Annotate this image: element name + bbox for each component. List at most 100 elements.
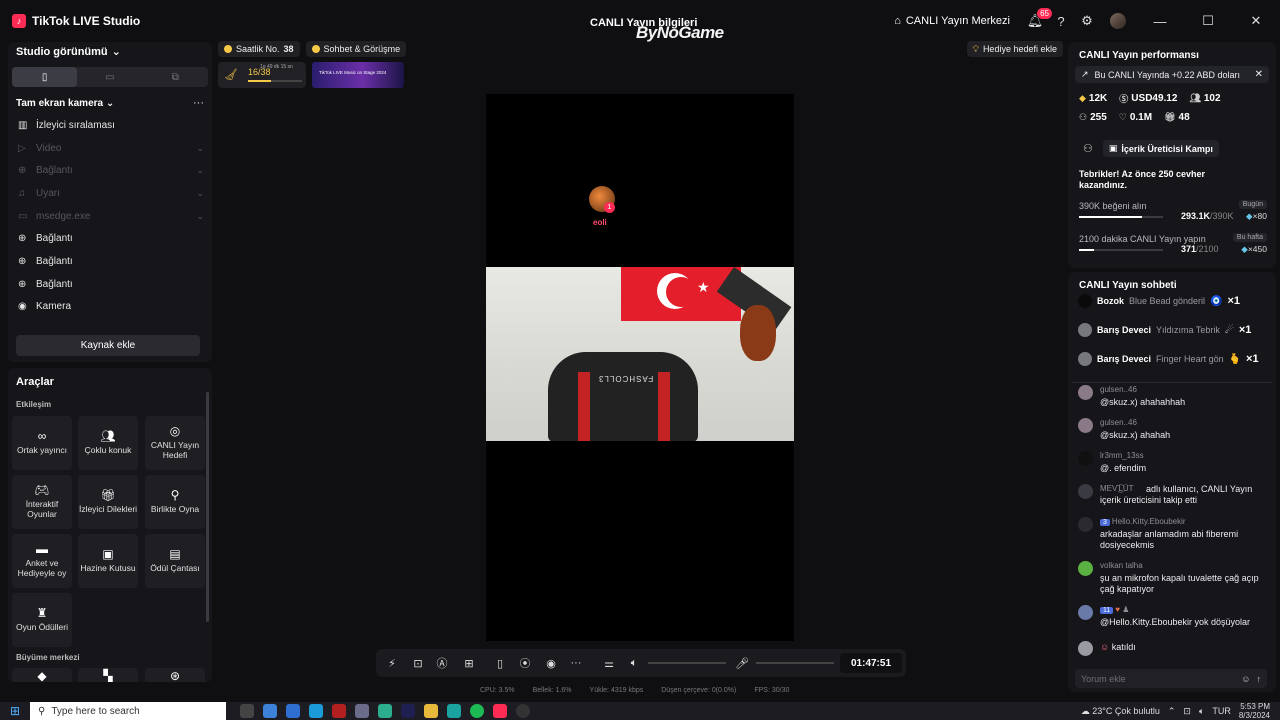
file-explorer-icon[interactable]	[424, 704, 438, 718]
studio-view-dropdown[interactable]: Studio görünümü ⌄	[16, 45, 121, 59]
chat-message[interactable]: ☺ katıldı	[1078, 641, 1272, 657]
close-icon[interactable]: ✕	[1255, 69, 1263, 80]
task-live-minutes[interactable]: 2100 dakika CANLI Yayın yapın Bu hafta 3…	[1079, 233, 1267, 254]
chevron-down-icon[interactable]: ⌄	[196, 165, 204, 176]
store-icon[interactable]	[286, 704, 300, 718]
chat-call-chip[interactable]: Sohbet & Görüşme	[305, 41, 407, 57]
spotify-icon[interactable]	[470, 704, 484, 718]
edge-icon[interactable]	[309, 704, 323, 718]
tiktok-icon[interactable]	[493, 704, 507, 718]
stream-preview[interactable]: 1 eoli ★ FASHCOLL3	[486, 94, 794, 641]
volume-icon[interactable]: 🔈︎	[1199, 706, 1204, 717]
help-button[interactable]: ?	[1048, 8, 1074, 34]
avatar[interactable]	[1110, 13, 1126, 29]
send-icon[interactable]: ↑	[1257, 674, 1262, 684]
speaker-volume-slider[interactable]	[648, 662, 726, 664]
avatar	[1078, 294, 1092, 308]
record-button[interactable]: ⦿	[517, 655, 533, 671]
network-icon[interactable]: ⊡	[1183, 706, 1191, 717]
source-item[interactable]: ◉ Kamera	[18, 296, 204, 319]
goal-widget[interactable]: 🧹︎ 16/38 1g 49 dk 15 sn	[218, 62, 306, 88]
speaker-button[interactable]: 🔈︎	[626, 655, 642, 671]
captions-button[interactable]: ⊡	[410, 655, 426, 671]
creator-camp-button[interactable]: ▣ İçerik Üreticisi Kampı	[1102, 140, 1219, 157]
start-button[interactable]: ⊞	[0, 704, 30, 718]
tool-growth-1[interactable]: ◆	[12, 668, 72, 682]
tool-interactive-games[interactable]: 🎮︎ İnteraktif Oyunlar	[12, 475, 72, 529]
tool-treasure-box[interactable]: ▣ Hazine Kutusu	[78, 534, 138, 588]
chat-message[interactable]: 11 ♥ ♟ @Hello.Kitty.Eboubekir yok döşüyol…	[1078, 605, 1272, 629]
more-icon[interactable]: ···	[193, 97, 204, 109]
copilot-icon[interactable]	[263, 704, 277, 718]
comment-input[interactable]: Yorum ekle ☺ ↑	[1075, 669, 1267, 688]
app-icon[interactable]	[378, 704, 392, 718]
portrait-option[interactable]: ▯	[12, 67, 78, 87]
source-item[interactable]: ⊕ Bağlantı ⌄	[18, 159, 204, 182]
chevron-down-icon[interactable]: ⌄	[196, 211, 204, 222]
language-indicator[interactable]: TUR	[1212, 706, 1231, 716]
effects-button[interactable]: ⚡︎	[384, 655, 400, 671]
tool-reward-bag[interactable]: ▤ Ödül Çantası	[145, 534, 205, 588]
app-icon[interactable]	[332, 704, 346, 718]
tool-multi-guest[interactable]: 👥︎ Çoklu konuk	[78, 416, 138, 470]
add-source-button[interactable]: Kaynak ekle	[16, 335, 200, 356]
more-button[interactable]: ···	[568, 655, 584, 671]
clock[interactable]: 5:53 PM 8/3/2024	[1239, 702, 1270, 720]
taskbar-search[interactable]: ⚲ Type here to search	[30, 702, 226, 720]
source-item[interactable]: ▭ msedge.exe ⌄	[18, 205, 204, 228]
add-gift-goal-button[interactable]: 💡︎ Hediye hedefi ekle	[966, 41, 1063, 57]
dual-option[interactable]: ⧉	[143, 67, 208, 87]
microphone-button[interactable]: 🎤︎	[734, 655, 750, 671]
landscape-option[interactable]: ▭	[77, 67, 142, 87]
chat-message[interactable]: 3 Hello.Kitty.Eboubekir arkadaşlar anlama…	[1078, 517, 1272, 551]
live-center-button[interactable]: ⌂ CANLI Yayın Merkezi	[894, 15, 1010, 27]
tool-growth-2[interactable]: ▚	[78, 668, 138, 682]
maximize-button[interactable]: ☐	[1184, 0, 1232, 42]
portrait-button[interactable]: ▯	[492, 655, 508, 671]
hourly-rank-chip[interactable]: Saatlik No. 38	[218, 41, 300, 57]
ai-button[interactable]: Ⓐ	[434, 655, 450, 671]
tool-growth-3[interactable]: ⊛	[145, 668, 205, 682]
task-view-icon[interactable]	[240, 704, 254, 718]
source-item[interactable]: ♫ Uyarı ⌄	[18, 182, 204, 205]
tool-poll[interactable]: ▬ Anket ve Hediyeyle oy	[12, 534, 72, 588]
person-settings-icon[interactable]: ⚇	[1083, 142, 1093, 155]
notification-button[interactable]: 🔔︎ 65	[1022, 8, 1052, 34]
tools-scrollbar[interactable]	[206, 392, 209, 622]
tool-play-together[interactable]: ⚲ Birlikte Oyna	[145, 475, 205, 529]
live-button[interactable]: ◉	[543, 655, 559, 671]
add-button[interactable]: ⊞	[461, 655, 477, 671]
chevron-down-icon[interactable]: ⌄	[196, 188, 204, 199]
event-banner[interactable]: TikTok LIVE Music on Stage 2024	[312, 62, 404, 88]
edge-icon[interactable]	[447, 704, 461, 718]
chat-message[interactable]: gulsen..46 @skuz.x) ahahahhah	[1078, 385, 1272, 407]
close-button[interactable]: ✕	[1232, 0, 1280, 42]
obs-icon[interactable]	[516, 704, 530, 718]
emoji-icon[interactable]: ☺	[1241, 674, 1250, 684]
source-item[interactable]: ⊕ Bağlantı	[18, 227, 204, 250]
tool-live-goal[interactable]: ◎ CANLI Yayın Hedefi	[145, 416, 205, 470]
scene-dropdown[interactable]: Tam ekran kamera ⌄	[16, 98, 114, 109]
chevron-up-icon[interactable]: ⌃	[1168, 706, 1176, 717]
chat-message[interactable]: gulsen..46 @skuz.x) ahahah	[1078, 418, 1272, 440]
weather-widget[interactable]: ☁ 23°C Çok bulutlu	[1081, 706, 1160, 717]
source-item[interactable]: ▥ İzleyici sıralaması	[18, 114, 204, 137]
mixer-button[interactable]: ⚌	[601, 655, 617, 671]
tool-viewer-wishes[interactable]: 🎁︎ İzleyici Dilekleri	[78, 475, 138, 529]
tool-cohost[interactable]: ∞ Ortak yayıncı	[12, 416, 72, 470]
settings-button[interactable]: ⚙	[1074, 8, 1100, 34]
minimize-button[interactable]: —	[1136, 0, 1184, 42]
magic-wand-icon: ⚡︎	[388, 657, 396, 670]
chat-message[interactable]: lr3mm_13ss @. efendim	[1078, 451, 1272, 473]
source-item[interactable]: ⊕ Bağlantı	[18, 250, 204, 273]
chevron-down-icon[interactable]: ⌄	[196, 143, 204, 154]
app-icon[interactable]	[401, 704, 415, 718]
mic-volume-slider[interactable]	[756, 662, 834, 664]
source-item[interactable]: ⊕ Bağlantı	[18, 273, 204, 296]
app-icon[interactable]	[355, 704, 369, 718]
task-likes[interactable]: 390K beğeni alın Bugün 293.1K/390K ◆×80	[1079, 200, 1267, 221]
source-item[interactable]: ▷ Video ⌄	[18, 137, 204, 160]
chat-message[interactable]: volkan talha şu an mikrofon kapalı tuval…	[1078, 561, 1272, 595]
tool-game-rewards[interactable]: ♜ Oyun Ödülleri	[12, 593, 72, 647]
chat-message[interactable]: MEѴ͜͡LÜT adlı kullanıcı, CANLI Yayın içe…	[1078, 484, 1272, 518]
